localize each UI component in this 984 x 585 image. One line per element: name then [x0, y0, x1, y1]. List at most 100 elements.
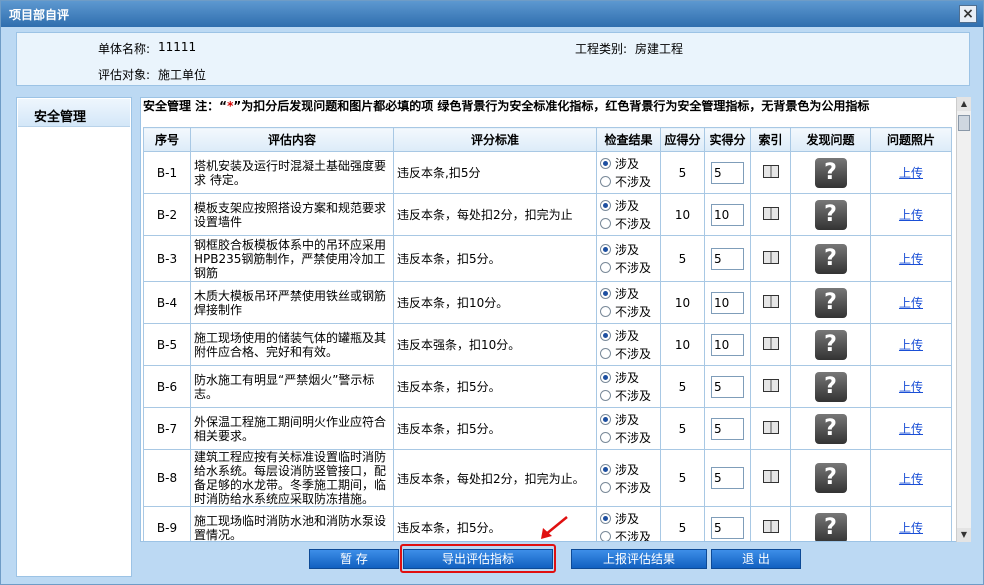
radio-involved[interactable]: 涉及: [600, 411, 657, 429]
question-icon[interactable]: ?: [814, 199, 847, 230]
upload-link[interactable]: 上传: [899, 380, 923, 394]
radio-involved[interactable]: 涉及: [600, 155, 657, 173]
radio-checked-icon[interactable]: [600, 414, 611, 425]
actual-score-input[interactable]: [711, 203, 744, 226]
radio-unchecked-icon[interactable]: [600, 218, 611, 229]
book-icon[interactable]: [762, 250, 779, 264]
book-icon[interactable]: [762, 164, 779, 178]
radio-involved[interactable]: 涉及: [600, 327, 657, 345]
upload-link[interactable]: 上传: [899, 521, 923, 535]
question-icon[interactable]: ?: [814, 329, 847, 360]
radio-not-involved[interactable]: 不涉及: [600, 429, 657, 447]
radio-involved[interactable]: 涉及: [600, 197, 657, 215]
header-actual-score: 实得分: [704, 127, 751, 152]
radio-checked-icon[interactable]: [600, 372, 611, 383]
radio-unchecked-icon[interactable]: [600, 432, 611, 443]
radio-not-involved[interactable]: 不涉及: [600, 387, 657, 405]
question-icon[interactable]: ?: [814, 243, 847, 274]
row-standard: 违反本强条，扣10分。: [393, 323, 597, 366]
radio-involved-label: 涉及: [615, 287, 640, 301]
upload-link[interactable]: 上传: [899, 166, 923, 180]
exit-button[interactable]: 退 出: [711, 549, 801, 569]
radio-unchecked-icon[interactable]: [600, 481, 611, 493]
question-icon[interactable]: ?: [814, 413, 847, 444]
scroll-up-icon[interactable]: ▲: [957, 97, 971, 111]
upload-link[interactable]: 上传: [899, 422, 923, 436]
radio-checked-icon[interactable]: [600, 330, 611, 341]
radio-unchecked-icon[interactable]: [600, 176, 611, 187]
upload-link[interactable]: 上传: [899, 252, 923, 266]
radio-not-involved[interactable]: 不涉及: [600, 528, 657, 541]
book-icon[interactable]: [762, 519, 779, 533]
book-icon[interactable]: [762, 470, 779, 483]
target-label: 评估对象:: [98, 68, 151, 82]
radio-not-involved[interactable]: 不涉及: [600, 173, 657, 191]
book-icon[interactable]: [762, 294, 779, 308]
info-panel: 单体名称: 11111 工程类别: 房建工程 评估对象: 施工单位: [16, 32, 970, 86]
radio-unchecked-icon[interactable]: [600, 531, 611, 541]
radio-not-involved[interactable]: 不涉及: [600, 345, 657, 363]
row-standard: 违反本条，扣10分。: [393, 281, 597, 324]
radio-involved[interactable]: 涉及: [600, 285, 657, 303]
radio-not-involved[interactable]: 不涉及: [600, 259, 657, 277]
row-problem-cell: ?: [790, 235, 871, 282]
row-id: B-3: [143, 235, 191, 282]
book-icon[interactable]: [762, 420, 779, 434]
radio-checked-icon[interactable]: [600, 513, 611, 524]
question-icon[interactable]: ?: [814, 371, 847, 402]
scroll-down-icon[interactable]: ▼: [957, 528, 971, 542]
radio-not-involved[interactable]: 不涉及: [600, 478, 657, 496]
title-bar[interactable]: 项目部自评 ×: [1, 1, 983, 27]
question-icon[interactable]: ?: [814, 512, 847, 541]
radio-involved-label: 涉及: [615, 512, 640, 526]
actual-score-input[interactable]: [711, 333, 744, 356]
radio-not-involved-label: 不涉及: [615, 261, 652, 275]
question-icon[interactable]: ?: [814, 463, 847, 493]
radio-involved[interactable]: 涉及: [600, 241, 657, 259]
row-index-cell: [750, 449, 791, 507]
radio-unchecked-icon[interactable]: [600, 390, 611, 401]
question-icon[interactable]: ?: [814, 287, 847, 318]
close-icon[interactable]: ×: [959, 5, 977, 23]
book-icon[interactable]: [762, 378, 779, 392]
actual-score-input[interactable]: [711, 467, 744, 489]
radio-checked-icon[interactable]: [600, 158, 611, 169]
radio-unchecked-icon[interactable]: [600, 306, 611, 317]
radio-not-involved[interactable]: 不涉及: [600, 303, 657, 321]
radio-checked-icon[interactable]: [600, 463, 611, 475]
vertical-scrollbar[interactable]: ▲ ▼: [956, 97, 971, 542]
radio-unchecked-icon[interactable]: [600, 262, 611, 273]
row-index-cell: [750, 365, 791, 408]
radio-involved[interactable]: 涉及: [600, 460, 657, 478]
save-button[interactable]: 暂 存: [309, 549, 399, 569]
upload-link[interactable]: 上传: [899, 472, 923, 486]
upload-link[interactable]: 上传: [899, 208, 923, 222]
radio-checked-icon[interactable]: [600, 288, 611, 299]
book-icon[interactable]: [762, 206, 779, 220]
question-icon[interactable]: ?: [814, 157, 847, 188]
row-photo-cell: 上传: [870, 365, 952, 408]
actual-score-input[interactable]: [711, 516, 744, 539]
actual-score-input[interactable]: [711, 247, 744, 270]
radio-involved[interactable]: 涉及: [600, 510, 657, 528]
header-index: 索引: [750, 127, 791, 152]
sidebar-item-safety-management[interactable]: 安全管理: [18, 99, 130, 127]
upload-link[interactable]: 上传: [899, 296, 923, 310]
row-check-result: 涉及不涉及: [596, 235, 661, 282]
actual-score-input[interactable]: [711, 161, 744, 184]
radio-not-involved[interactable]: 不涉及: [600, 215, 657, 233]
radio-involved-label: 涉及: [615, 371, 640, 385]
radio-checked-icon[interactable]: [600, 244, 611, 255]
row-check-result: 涉及 不涉及: [596, 407, 661, 450]
upload-link[interactable]: 上传: [899, 338, 923, 352]
actual-score-input[interactable]: [711, 291, 744, 314]
actual-score-input[interactable]: [711, 375, 744, 398]
actual-score-input[interactable]: [711, 417, 744, 440]
book-icon[interactable]: [762, 336, 779, 350]
radio-involved[interactable]: 涉及: [600, 369, 657, 387]
report-results-button[interactable]: 上报评估结果: [571, 549, 707, 569]
scroll-thumb[interactable]: [958, 115, 970, 131]
table-row: B-5 施工现场使用的储装气体的罐瓶及其附件应合格、完好和有效。 违反本强条，扣10…: [143, 323, 952, 366]
radio-unchecked-icon[interactable]: [600, 348, 611, 359]
radio-checked-icon[interactable]: [600, 200, 611, 211]
